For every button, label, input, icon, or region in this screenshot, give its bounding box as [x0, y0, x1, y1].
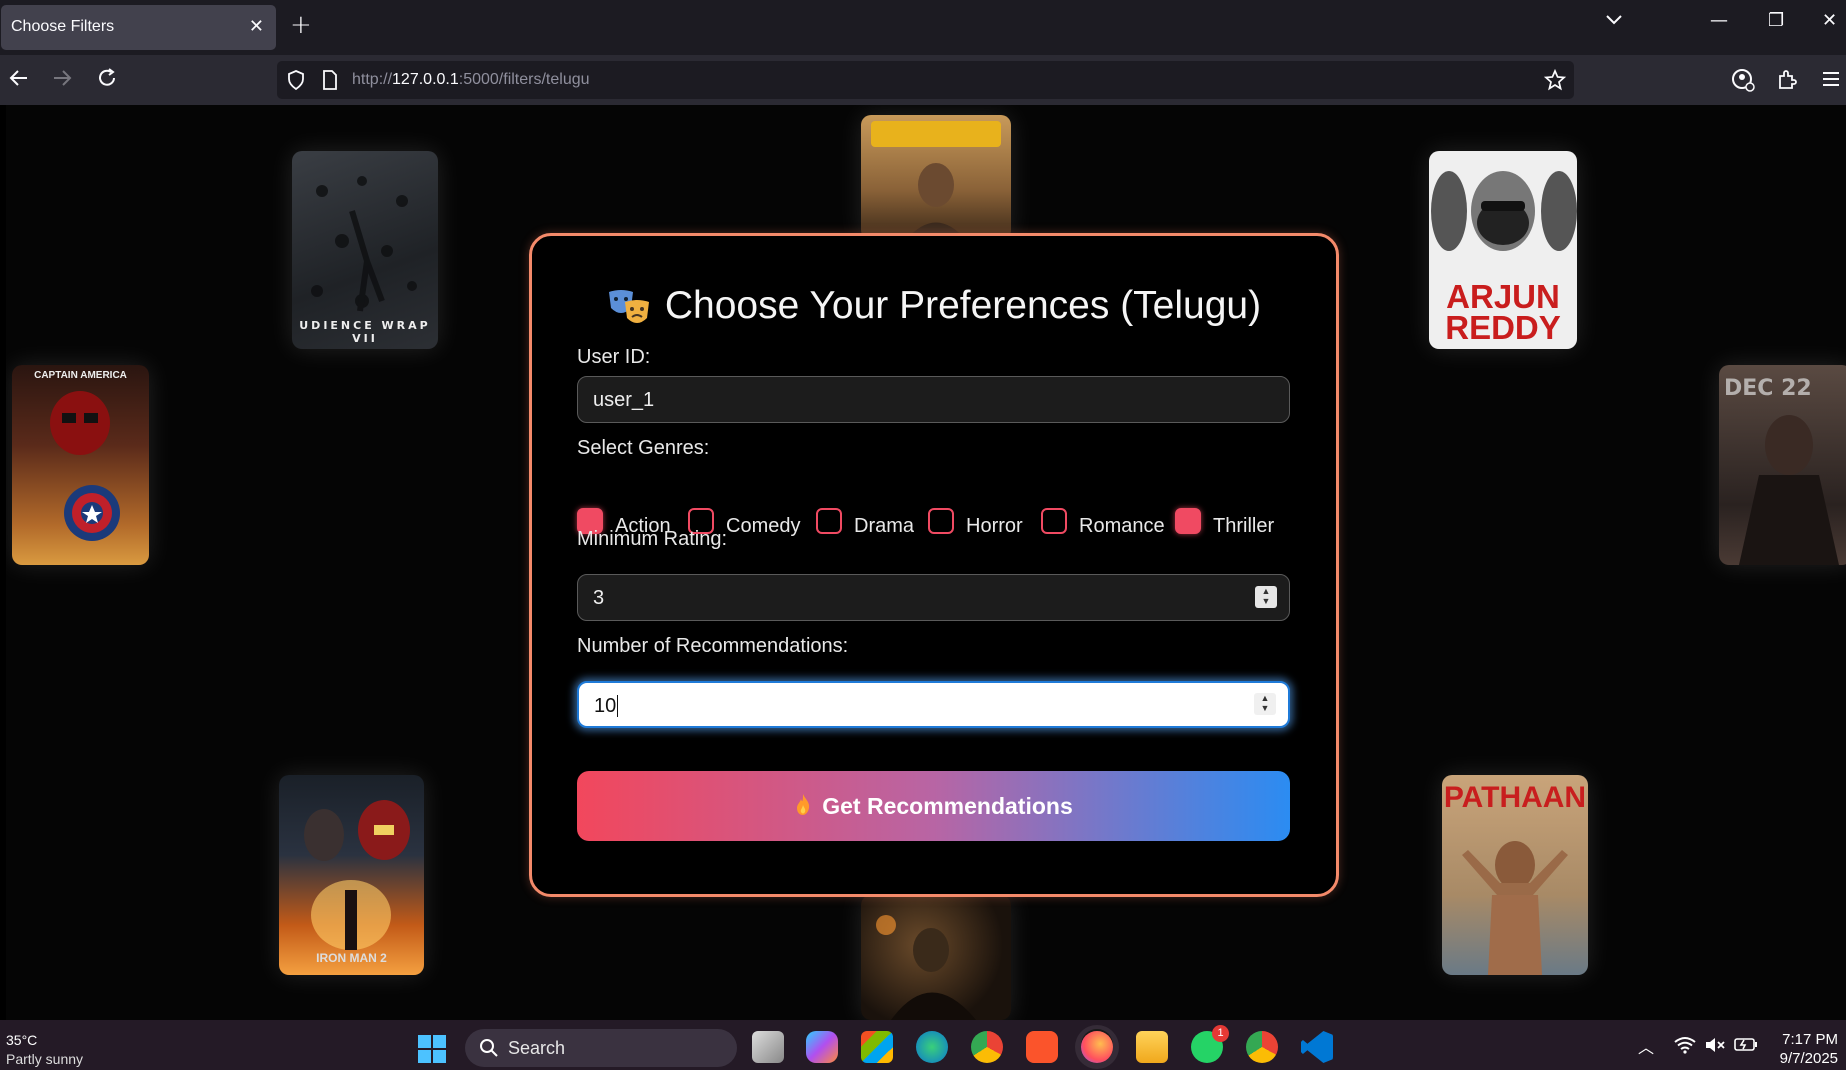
- file-explorer-icon[interactable]: [1136, 1031, 1168, 1063]
- number-spinner[interactable]: ▲ ▼: [1255, 586, 1277, 608]
- edge-browser-icon[interactable]: [916, 1031, 948, 1063]
- copilot-icon[interactable]: [806, 1031, 838, 1063]
- genre-label: Comedy: [726, 515, 801, 537]
- battery-icon[interactable]: [1734, 1036, 1758, 1052]
- minimize-icon[interactable]: —: [1710, 10, 1728, 31]
- preferences-form-panel: Choose Your Preferences (Telugu) User ID…: [529, 233, 1339, 897]
- account-icon[interactable]: [1731, 68, 1755, 92]
- clock-date: 9/7/2025: [1779, 1050, 1838, 1067]
- page-title-text: Choose Your Preferences (Telugu): [664, 284, 1262, 327]
- user-id-input[interactable]: user_1: [577, 376, 1290, 423]
- url-text: http://127.0.0.1:5000/filters/telugu: [352, 71, 590, 88]
- num-recommendations-label: Number of Recommendations:: [577, 635, 849, 657]
- search-icon: [480, 1039, 498, 1057]
- microsoft-store-icon[interactable]: [861, 1031, 893, 1063]
- windows-start-icon[interactable]: [418, 1035, 446, 1063]
- weather-description[interactable]: Partly sunny: [6, 1051, 83, 1067]
- page-background: UDIENCE WRAP VII ARJUN REDDY CAPTAIN AMER…: [6, 105, 1846, 1020]
- shield-icon[interactable]: [287, 70, 305, 90]
- num-recommendations-value: 10: [594, 695, 617, 717]
- checkbox-unchecked[interactable]: [816, 508, 842, 534]
- notification-badge: 1: [1212, 1025, 1229, 1042]
- min-rating-label: Minimum Rating:: [577, 528, 728, 550]
- chrome-profile-icon[interactable]: [1246, 1031, 1278, 1063]
- checkbox-unchecked[interactable]: [928, 508, 954, 534]
- genre-label: Drama: [854, 515, 915, 537]
- movie-poster-telugu-top: [861, 115, 1011, 240]
- movie-poster-salaar: DEC 22: [1719, 365, 1846, 565]
- genre-label: Thriller: [1213, 515, 1275, 537]
- brave-browser-icon[interactable]: [1026, 1031, 1058, 1063]
- windows-taskbar: 35°C Partly sunny Search 1 ︿ 7:17 PM 9/7…: [0, 1020, 1846, 1070]
- vscode-icon[interactable]: [1301, 1031, 1333, 1063]
- search-label: Search: [508, 1038, 566, 1058]
- back-arrow-icon[interactable]: [8, 67, 30, 89]
- genre-label: Horror: [966, 515, 1023, 537]
- browser-tab-active[interactable]: Choose Filters ✕: [1, 5, 276, 50]
- theater-masks-icon: [608, 289, 649, 323]
- volume-muted-icon[interactable]: [1704, 1035, 1726, 1055]
- movie-poster-crowd: UDIENCE WRAP VII: [292, 151, 438, 349]
- movie-poster-iron-man-2: IRON MAN 2: [279, 775, 424, 975]
- poster-title: CAPTAIN AMERICA: [34, 370, 127, 381]
- firefox-icon[interactable]: [1081, 1031, 1113, 1063]
- checkbox-checked[interactable]: [1175, 508, 1201, 534]
- forward-arrow-icon[interactable]: [51, 67, 73, 89]
- svg-text:DEC 22: DEC 22: [1724, 376, 1812, 401]
- checkbox-unchecked[interactable]: [1041, 508, 1067, 534]
- poster-caption: UDIENCE WRAP VII: [299, 319, 431, 345]
- movie-poster-captain-america: CAPTAIN AMERICA: [12, 365, 149, 565]
- poster-title: PATHAAN: [1443, 781, 1587, 814]
- reload-icon[interactable]: [96, 67, 118, 89]
- new-tab-icon[interactable]: +: [290, 10, 312, 40]
- chrome-icon[interactable]: [971, 1031, 1003, 1063]
- wifi-icon[interactable]: [1674, 1036, 1696, 1054]
- num-recommendations-input[interactable]: 10 ▲ ▼: [577, 681, 1290, 728]
- page-title: Choose Your Preferences (Telugu): [532, 284, 1336, 330]
- number-spinner[interactable]: ▲ ▼: [1254, 693, 1276, 715]
- poster-title: IRON MAN 2: [316, 951, 387, 965]
- text-caret: [617, 695, 619, 717]
- clock-time: 7:17 PM: [1782, 1031, 1838, 1048]
- movie-poster-arjun-reddy: ARJUN REDDY: [1429, 151, 1577, 349]
- fire-icon: [797, 794, 810, 815]
- bookmark-star-icon[interactable]: [1544, 69, 1566, 91]
- movie-poster-pathaan: PATHAAN: [1442, 775, 1588, 975]
- genres-label: Select Genres:: [577, 437, 710, 459]
- genre-label: Romance: [1079, 515, 1165, 537]
- extensions-icon[interactable]: [1776, 68, 1798, 90]
- movie-poster-bottom-center: [861, 895, 1011, 1020]
- min-rating-value: 3: [593, 587, 605, 609]
- user-id-value: user_1: [593, 389, 655, 411]
- tab-list-chevron-icon[interactable]: [1605, 14, 1623, 26]
- tray-overflow-chevron-icon[interactable]: ︿: [1638, 1034, 1654, 1058]
- restore-icon[interactable]: ❐: [1768, 10, 1784, 31]
- tab-title: Choose Filters: [11, 18, 115, 35]
- poster-title: ARJUN REDDY: [1445, 278, 1561, 346]
- browser-tab-bar: Choose Filters ✕ + — ❐ ✕: [0, 0, 1846, 55]
- close-window-icon[interactable]: ✕: [1822, 10, 1837, 31]
- whatsapp-icon[interactable]: 1: [1191, 1025, 1229, 1063]
- system-clock[interactable]: 7:17 PM 9/7/2025: [1780, 1030, 1838, 1068]
- taskbar-search-box[interactable]: Search: [465, 1029, 737, 1067]
- browser-nav-bar: http://127.0.0.1:5000/filters/telugu: [0, 55, 1846, 105]
- task-view-icon[interactable]: [752, 1031, 784, 1063]
- page-info-icon[interactable]: [322, 70, 338, 90]
- address-bar[interactable]: http://127.0.0.1:5000/filters/telugu: [277, 61, 1574, 99]
- min-rating-input[interactable]: 3 ▲ ▼: [577, 574, 1290, 621]
- submit-label: Get Recommendations: [822, 793, 1073, 819]
- get-recommendations-button[interactable]: Get Recommendations: [577, 771, 1290, 841]
- menu-hamburger-icon[interactable]: [1822, 71, 1840, 87]
- weather-temperature[interactable]: 35°C: [6, 1032, 37, 1048]
- user-id-label: User ID:: [577, 346, 651, 368]
- poster-title-logo: [871, 121, 1001, 147]
- close-tab-icon[interactable]: ✕: [249, 16, 264, 37]
